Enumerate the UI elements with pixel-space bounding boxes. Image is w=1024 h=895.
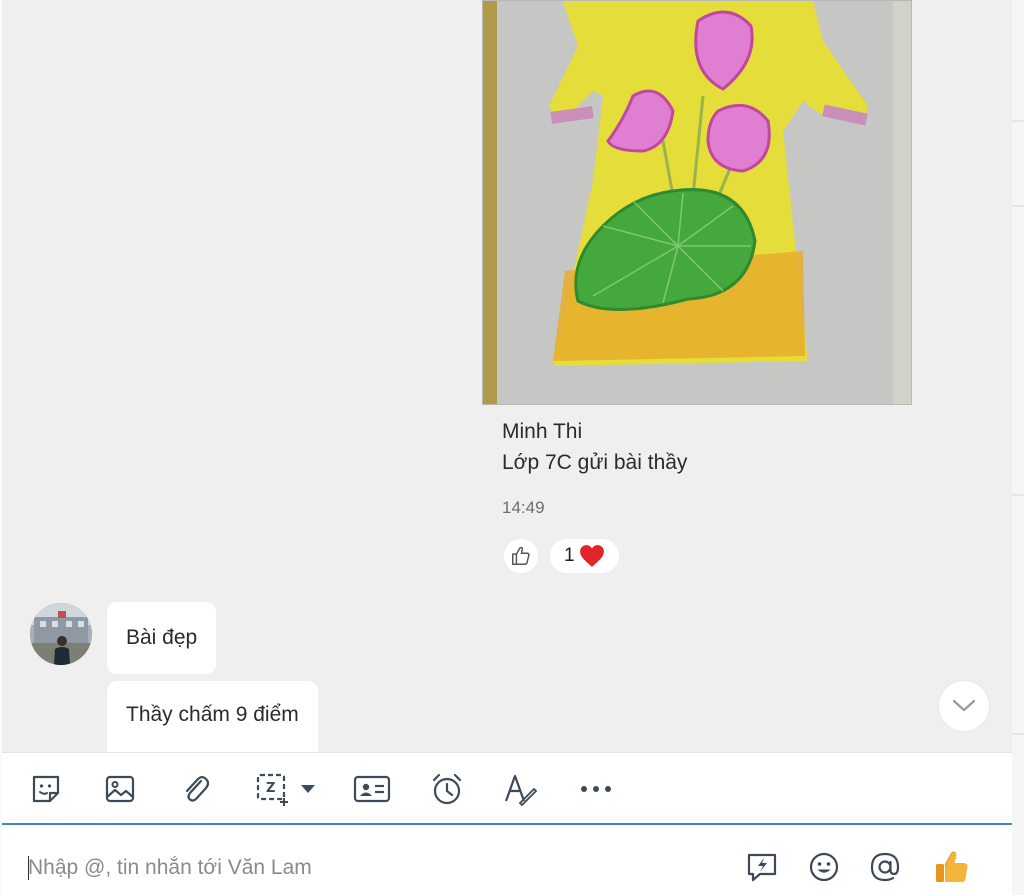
screenshot-button[interactable]: Z [250,769,320,809]
message-caption: Lớp 7C gửi bài thầy [502,451,688,474]
business-card-icon [353,775,391,803]
right-edge [1012,0,1024,895]
composer-toolbar: Z [2,752,1012,824]
message-input[interactable] [28,853,718,883]
text-format-icon [504,774,538,807]
message-text: Bài đẹp [126,626,198,649]
attached-image[interactable] [482,0,912,405]
message-text: Thầy chấm 9 điểm [126,703,299,726]
message-time: 14:49 [502,498,545,517]
reminder-button[interactable] [427,769,467,809]
reaction-summary[interactable]: 1 [550,539,619,573]
emoji-icon [809,852,839,882]
like-reaction-button[interactable] [504,539,538,573]
sticker-icon [32,775,60,803]
chat-window: Minh Thi Lớp 7C gửi bài thầy 14:49 1 Bài… [0,0,1024,895]
more-icon [581,786,611,792]
drawing-illustration [483,1,911,404]
scroll-to-bottom-button[interactable] [939,681,989,731]
avatar-photo [30,603,92,665]
reaction-count: 1 [564,545,575,566]
composer-input-row [2,825,1012,895]
sender-name: Minh Thi [502,420,583,443]
thumbs-up-icon [512,546,530,565]
heart-icon [579,545,604,567]
send-like-button[interactable] [932,847,972,887]
sticker-button[interactable] [26,769,66,809]
avatar[interactable] [30,603,92,665]
at-sign-icon [870,852,900,882]
message-list[interactable]: Minh Thi Lớp 7C gửi bài thầy 14:49 1 Bài… [2,0,1012,752]
screenshot-icon: Z [256,773,288,806]
svg-text:Z: Z [266,781,275,796]
chevron-down-icon [952,699,976,712]
mention-button[interactable] [865,847,905,887]
incoming-message[interactable]: Bài đẹp [107,602,217,674]
attachment-icon [185,776,210,802]
send-image-button[interactable] [100,769,140,809]
image-message[interactable] [482,0,912,405]
thumbs-up-icon [936,851,968,882]
attach-file-button[interactable] [176,769,216,809]
quick-message-icon [747,853,777,882]
image-icon [105,775,135,803]
quick-message-button[interactable] [742,847,782,887]
more-options-button[interactable] [576,769,616,809]
text-format-button[interactable] [500,769,540,809]
share-contact-button[interactable] [352,769,392,809]
caret-down-icon [301,785,315,793]
incoming-message[interactable]: Thầy chấm 9 điểm [107,681,318,752]
emoji-button[interactable] [804,847,844,887]
alarm-clock-icon [432,773,462,805]
